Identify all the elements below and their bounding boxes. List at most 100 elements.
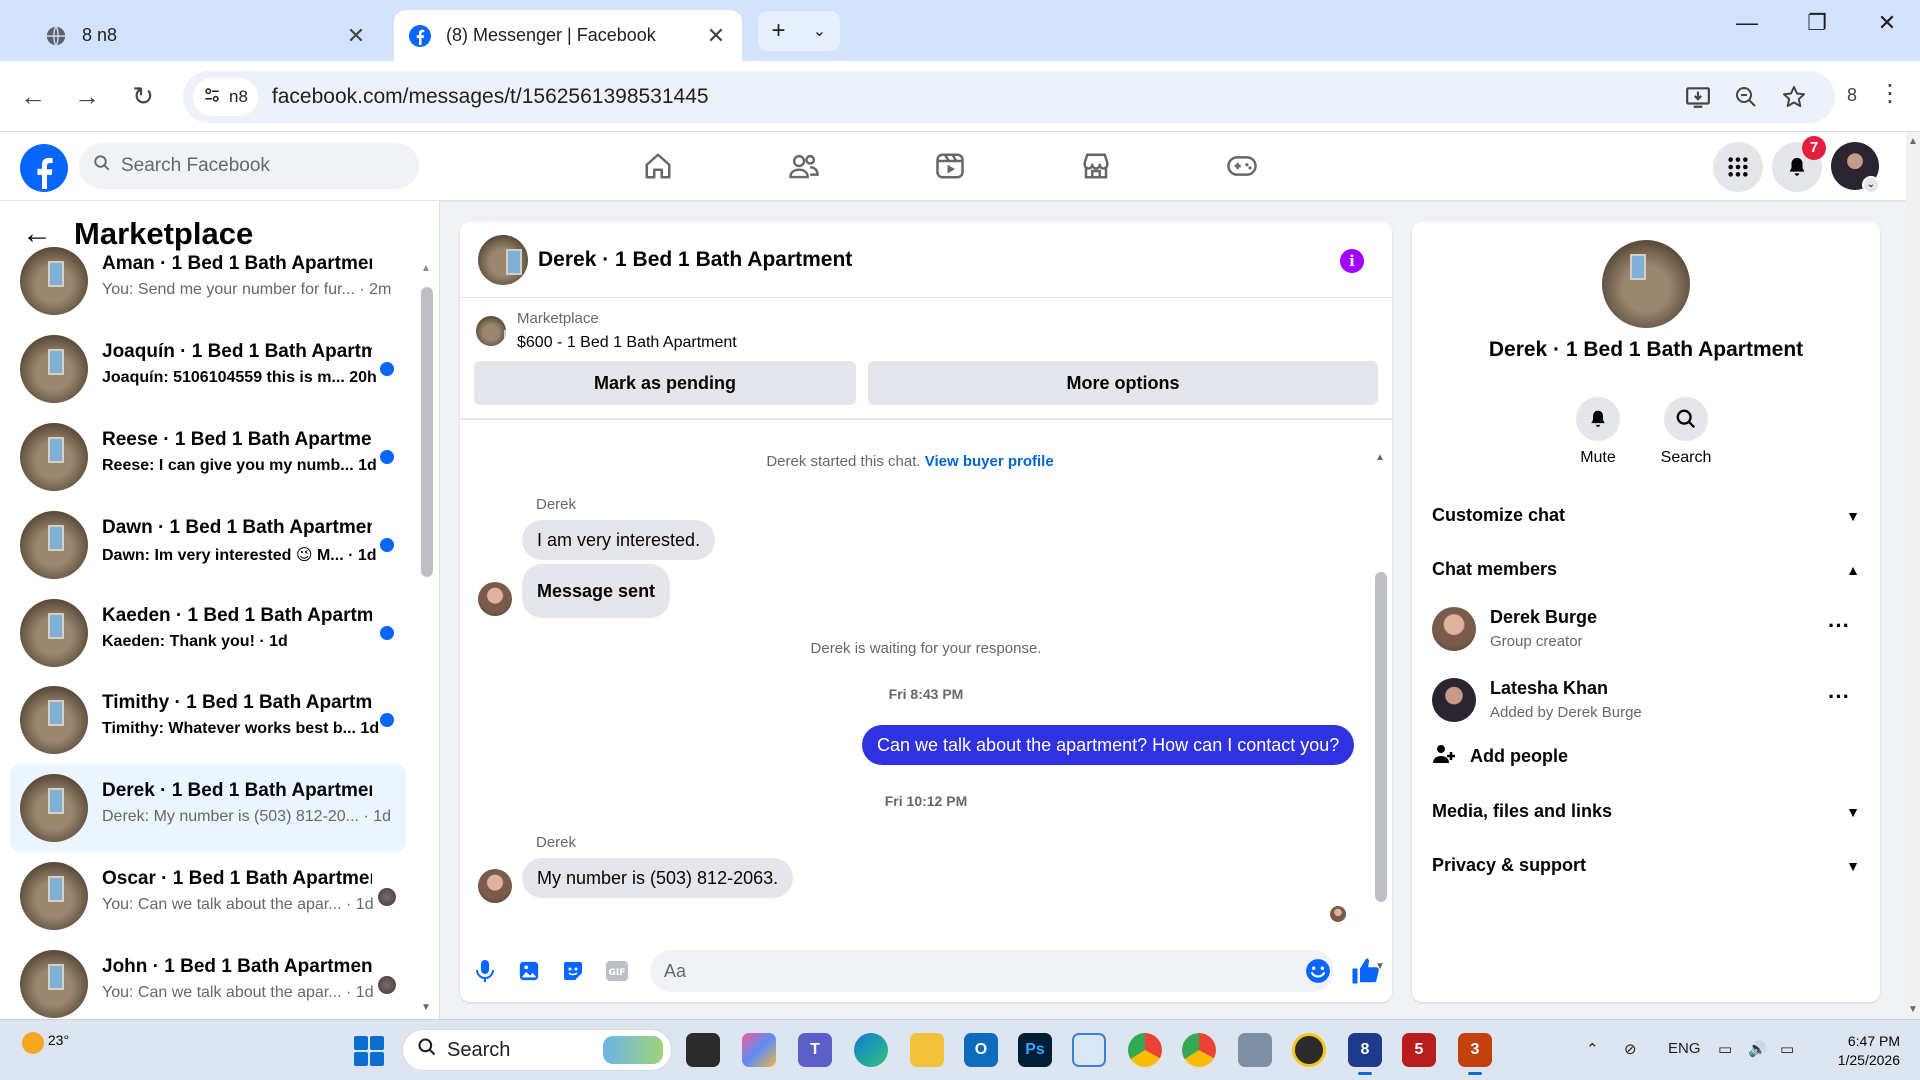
edge-icon[interactable] <box>854 1033 888 1067</box>
member-row[interactable]: Latesha Khan Added by Derek Burge ··· <box>1432 674 1860 730</box>
more-options-button[interactable]: More options <box>868 361 1378 405</box>
app-icon[interactable] <box>1238 1033 1272 1067</box>
display-icon[interactable]: ▭ <box>1718 1040 1732 1058</box>
message-bubble[interactable]: Message sent <box>522 564 671 618</box>
browser-5-icon[interactable]: 5 <box>1402 1033 1436 1067</box>
task-view-icon[interactable] <box>686 1033 720 1067</box>
chat-list-item[interactable]: Dawn · 1 Bed 1 Bath Apartment Dawn: Im ve… <box>10 501 406 589</box>
mark-as-pending-button[interactable]: Mark as pending <box>474 361 856 405</box>
my-message-bubble[interactable]: Can we talk about the apartment? How can… <box>862 725 1355 765</box>
tab-messenger[interactable]: (8) Messenger | Facebook ✕ <box>394 10 742 61</box>
media-files-section[interactable]: Media, files and links ▼ <box>1432 801 1860 822</box>
conversation-title[interactable]: Derek · 1 Bed 1 Bath Apartment <box>538 248 852 272</box>
message-bubble[interactable]: My number is (503) 812-2063. <box>522 858 794 898</box>
sender-avatar[interactable] <box>478 582 512 616</box>
message-bubble[interactable]: I am very interested. <box>522 520 716 560</box>
chat-list-item[interactable]: Aman · 1 Bed 1 Bath Apartment You: Send m… <box>10 237 406 325</box>
mute-button[interactable]: Mute <box>1558 397 1638 467</box>
app-icon[interactable] <box>1072 1033 1106 1067</box>
video-icon[interactable] <box>930 146 970 186</box>
more-options-icon[interactable]: ··· <box>1828 684 1850 710</box>
sticker-icon[interactable] <box>560 958 586 984</box>
conversation-scroll-thumb[interactable] <box>1375 572 1387 902</box>
chat-list-item[interactable]: Joaquín · 1 Bed 1 Bath Apartm... Joaquín:… <box>10 325 406 413</box>
browser-menu-icon[interactable]: ⋮ <box>1878 79 1902 108</box>
conversation-avatar[interactable] <box>478 235 528 285</box>
forward-button[interactable]: → <box>70 79 104 113</box>
gif-icon[interactable]: GIF <box>604 958 630 984</box>
address-bar[interactable]: n8 facebook.com/messages/t/1562561398531… <box>183 71 1835 123</box>
site-info-chip[interactable]: n8 <box>193 78 258 116</box>
file-explorer-icon[interactable] <box>910 1033 944 1067</box>
friends-icon[interactable] <box>784 146 824 186</box>
customize-chat-section[interactable]: Customize chat ▼ <box>1432 505 1860 526</box>
system-clock[interactable]: 6:47 PM 1/25/2026 <box>1820 1032 1900 1070</box>
microphone-icon[interactable] <box>472 958 498 984</box>
new-tab-button[interactable]: + <box>758 17 799 45</box>
privacy-support-section[interactable]: Privacy & support ▼ <box>1432 855 1860 876</box>
search-conversation-button[interactable]: Search <box>1646 397 1726 467</box>
chat-list-item[interactable]: Reese · 1 Bed 1 Bath Apartment Reese: I c… <box>10 413 406 501</box>
gaming-icon[interactable] <box>1222 146 1262 186</box>
language-indicator[interactable]: ENG <box>1668 1040 1701 1057</box>
marketplace-icon[interactable] <box>1076 146 1116 186</box>
info-icon[interactable]: i <box>1340 249 1364 273</box>
sender-avatar[interactable] <box>478 869 512 903</box>
chrome-profile-md-icon[interactable] <box>1182 1033 1216 1067</box>
account-chevron-icon[interactable]: ⌄ <box>1862 176 1880 194</box>
chat-list-item[interactable]: Derek · 1 Bed 1 Bath Apartment Derek: My … <box>10 764 406 852</box>
url-text[interactable]: facebook.com/messages/t/1562561398531445 <box>272 85 709 109</box>
teams-icon[interactable]: T <box>798 1033 832 1067</box>
menu-grid-icon[interactable] <box>1713 142 1763 192</box>
tab-n8[interactable]: 8 n8 ✕ <box>30 10 382 61</box>
photoshop-icon[interactable]: Ps <box>1018 1033 1052 1067</box>
restore-button[interactable]: ❐ <box>1797 10 1837 36</box>
chat-list-item[interactable]: Oscar · 1 Bed 1 Bath Apartment You: Can w… <box>10 852 406 940</box>
back-button[interactable]: ← <box>16 79 50 113</box>
chat-list-item[interactable]: Kaeden · 1 Bed 1 Bath Apartm... Kaeden: T… <box>10 589 406 677</box>
chat-list-panel: ← Marketplace Aman · 1 Bed 1 Bath Apartm… <box>0 201 440 1019</box>
copilot-icon[interactable] <box>742 1033 776 1067</box>
app-icon[interactable] <box>1292 1033 1326 1067</box>
profile-count[interactable]: 8 <box>1847 85 1857 106</box>
network-icon[interactable]: ⊘ <box>1624 1040 1637 1058</box>
outlook-icon[interactable]: O <box>964 1033 998 1067</box>
close-window-button[interactable]: ✕ <box>1867 10 1907 36</box>
emoji-icon[interactable] <box>1305 958 1331 984</box>
chat-list-scroll-thumb[interactable] <box>421 287 433 577</box>
close-tab-icon[interactable]: ✕ <box>344 23 368 49</box>
chevron-up-icon[interactable]: ⌃ <box>1586 1040 1599 1058</box>
facebook-search-input[interactable]: Search Facebook <box>79 143 419 189</box>
chrome-profile-m-icon[interactable] <box>1128 1033 1162 1067</box>
taskbar-search-input[interactable]: Search <box>402 1029 672 1071</box>
chat-members-section[interactable]: Chat members ▲ <box>1432 559 1860 580</box>
weather-widget[interactable]: 23° <box>22 1032 69 1054</box>
battery-icon[interactable]: ▭ <box>1780 1040 1794 1058</box>
minimize-button[interactable]: — <box>1727 10 1767 36</box>
browser-3-icon[interactable]: 3 <box>1458 1033 1492 1075</box>
page-scrollbar[interactable]: ▲ ▼ <box>1906 132 1920 1019</box>
close-tab-icon[interactable]: ✕ <box>704 23 728 49</box>
facebook-logo-icon[interactable] <box>20 144 68 192</box>
read-receipt-avatar <box>1330 906 1346 922</box>
more-options-icon[interactable]: ··· <box>1828 613 1850 639</box>
chat-name: Timithy · 1 Bed 1 Bath Apartm... <box>102 692 372 713</box>
windows-start-icon[interactable] <box>354 1036 384 1066</box>
browser-n8-icon[interactable]: 8 <box>1348 1033 1382 1075</box>
photo-icon[interactable] <box>516 958 542 984</box>
zoom-icon[interactable] <box>1731 82 1761 112</box>
volume-icon[interactable]: 🔊 <box>1748 1040 1767 1058</box>
reload-button[interactable]: ↻ <box>126 79 160 113</box>
chat-list-item[interactable]: Timithy · 1 Bed 1 Bath Apartm... Timithy:… <box>10 676 406 764</box>
bookmark-star-icon[interactable] <box>1779 82 1809 112</box>
add-people-button[interactable]: Add people <box>1432 742 1568 771</box>
home-icon[interactable] <box>638 146 678 186</box>
thumbs-up-icon[interactable] <box>1350 956 1380 986</box>
member-row[interactable]: Derek Burge Group creator ··· <box>1432 603 1860 659</box>
chat-list-item[interactable]: John · 1 Bed 1 Bath Apartment You: Can we… <box>10 940 406 1019</box>
install-app-icon[interactable] <box>1683 82 1713 112</box>
view-buyer-profile-link[interactable]: View buyer profile <box>925 453 1054 470</box>
tab-search-chevron-icon[interactable]: ⌄ <box>799 21 840 41</box>
customize-chat-label: Customize chat <box>1432 505 1566 525</box>
message-input[interactable]: Aa <box>650 950 1334 992</box>
